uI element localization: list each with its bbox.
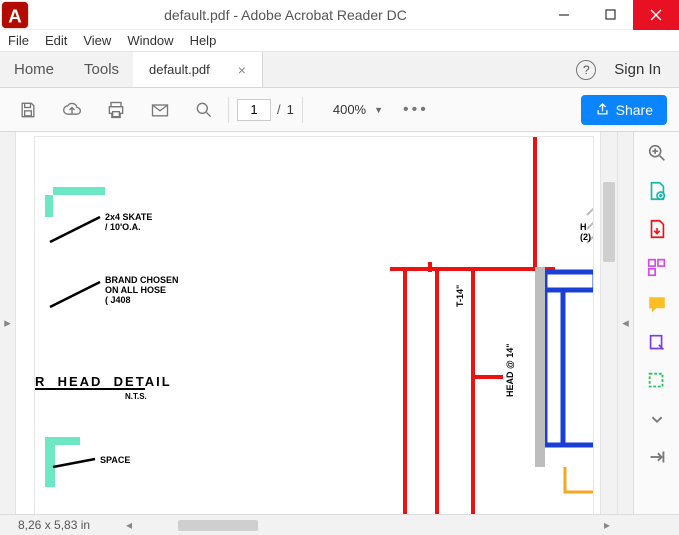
- app-icon: A: [0, 0, 30, 30]
- tools-pane: [633, 132, 679, 514]
- overflow-icon[interactable]: •••: [403, 101, 429, 119]
- tab-close-icon[interactable]: ×: [238, 62, 246, 78]
- sign-in-button[interactable]: Sign In: [614, 61, 661, 78]
- share-label: Share: [616, 102, 653, 118]
- comment-icon[interactable]: [646, 294, 668, 316]
- chevron-down-icon: ▼: [374, 105, 383, 115]
- horizontal-scrollbar[interactable]: ◂ ▸: [120, 515, 616, 535]
- nav-pane-toggle-right[interactable]: ◂: [617, 132, 633, 514]
- toolbar: / 1 400% ▼ ••• Share: [0, 88, 679, 132]
- drawing-scale: N.T.S.: [125, 392, 147, 401]
- tab-document[interactable]: default.pdf ×: [133, 52, 263, 87]
- maximize-button[interactable]: [587, 0, 633, 30]
- minimize-button[interactable]: [541, 0, 587, 30]
- tab-document-label: default.pdf: [149, 62, 210, 77]
- drawing-note-3: H (2): [580, 222, 591, 242]
- drawing-note-1: 2x4 SKATE / 10'O.A.: [105, 212, 152, 232]
- tab-home[interactable]: Home: [14, 61, 54, 78]
- window-title: default.pdf - Adobe Acrobat Reader DC: [30, 7, 541, 23]
- status-bar: 8,26 x 5,83 in ◂ ▸: [0, 514, 679, 535]
- create-pdf-icon[interactable]: [646, 180, 668, 202]
- organize-pages-icon[interactable]: [646, 256, 668, 278]
- save-icon[interactable]: [12, 94, 44, 126]
- cloud-upload-icon[interactable]: [56, 94, 88, 126]
- menu-help[interactable]: Help: [190, 33, 217, 48]
- drawing-title: R HEAD DETAIL: [35, 374, 172, 389]
- menu-window[interactable]: Window: [127, 33, 173, 48]
- drawing-note-2: BRAND CHOSEN ON ALL HOSE ( J408: [105, 275, 179, 305]
- svg-text:A: A: [8, 5, 22, 26]
- expand-icon[interactable]: [646, 408, 668, 430]
- scroll-left-icon[interactable]: ◂: [120, 518, 138, 532]
- drawing-dim-1: T-14": [455, 285, 465, 307]
- page-total: 1: [287, 102, 294, 117]
- tab-bar: Home Tools default.pdf × ? Sign In: [0, 52, 679, 88]
- print-icon[interactable]: [100, 94, 132, 126]
- email-icon[interactable]: [144, 94, 176, 126]
- tab-tools[interactable]: Tools: [84, 61, 119, 78]
- zoom-dropdown[interactable]: 400% ▼: [333, 102, 383, 117]
- collapse-right-icon[interactable]: [646, 446, 668, 468]
- page-indicator: / 1: [237, 99, 294, 121]
- page-dimensions: 8,26 x 5,83 in: [0, 518, 120, 532]
- pdf-page: 2x4 SKATE / 10'O.A. BRAND CHOSEN ON ALL …: [34, 136, 594, 514]
- menu-edit[interactable]: Edit: [45, 33, 67, 48]
- help-icon[interactable]: ?: [576, 60, 596, 80]
- share-button[interactable]: Share: [581, 95, 667, 125]
- vertical-scrollbar[interactable]: [600, 132, 617, 514]
- zoom-find-icon[interactable]: [188, 94, 220, 126]
- main-area: ▸: [0, 132, 679, 514]
- document-viewport[interactable]: 2x4 SKATE / 10'O.A. BRAND CHOSEN ON ALL …: [16, 132, 600, 514]
- export-pdf-icon[interactable]: [646, 218, 668, 240]
- nav-pane-toggle-left[interactable]: ▸: [0, 132, 16, 514]
- close-button[interactable]: [633, 0, 679, 30]
- menu-view[interactable]: View: [83, 33, 111, 48]
- search-zoom-icon[interactable]: [646, 142, 668, 164]
- zoom-value: 400%: [333, 102, 366, 117]
- page-current-input[interactable]: [237, 99, 271, 121]
- drawing-dim-2: HEAD @ 14": [505, 343, 515, 397]
- scroll-right-icon[interactable]: ▸: [598, 518, 616, 532]
- menu-bar: File Edit View Window Help: [0, 30, 679, 52]
- menu-file[interactable]: File: [8, 33, 29, 48]
- fill-sign-icon[interactable]: [646, 332, 668, 354]
- page-slash: /: [277, 102, 281, 117]
- drawing-note-4: SPACE: [100, 455, 130, 465]
- title-bar: A default.pdf - Adobe Acrobat Reader DC: [0, 0, 679, 30]
- more-tools-icon[interactable]: [646, 370, 668, 392]
